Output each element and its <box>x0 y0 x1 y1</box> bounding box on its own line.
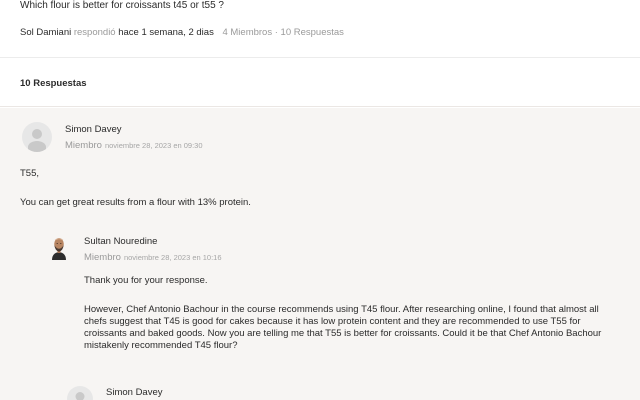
topic-meta: Sol Damiani respondió hace 1 semana, 2 d… <box>20 27 344 39</box>
reply-paragraph: Thank you for your response. <box>84 275 208 286</box>
topic-title: Which flour is better for croissants t45… <box>20 0 224 11</box>
reply-author-role: Miembro <box>84 252 121 263</box>
reply-author-role: Miembro <box>65 140 102 151</box>
reply-thread: Simon Davey Miembro noviembre 28, 2023 en… <box>0 108 640 400</box>
reply-date: noviembre 28, 2023 en 10:16 <box>123 253 222 262</box>
reply-author-name[interactable]: Sultan Nouredine <box>84 236 157 247</box>
avatar-placeholder-icon[interactable] <box>22 122 52 152</box>
reply-date: noviembre 28, 2023 en 09:30 <box>104 141 203 150</box>
reply-meta: Miembro noviembre 28, 2023 en 10:16 <box>84 250 222 263</box>
topic-header: Which flour is better for croissants t45… <box>0 0 640 58</box>
reply-paragraph: T55, <box>20 168 40 179</box>
avatar-placeholder-icon[interactable] <box>67 386 93 400</box>
topic-time[interactable]: hace 1 semana, 2 dias <box>118 27 214 38</box>
topic-stats: 4 Miembros · 10 Respuestas <box>222 27 344 38</box>
reply-paragraph: However, Chef Antonio Bachour in the cou… <box>84 304 602 351</box>
user-photo-avatar[interactable] <box>50 236 68 260</box>
reply-author-name[interactable]: Simon Davey <box>106 387 163 398</box>
replies-heading: 10 Respuestas <box>20 78 87 89</box>
reply-author-name[interactable]: Simon Davey <box>65 124 122 135</box>
reply-meta: Miembro noviembre 28, 2023 en 09:30 <box>65 138 203 151</box>
replies-heading-bar: 10 Respuestas <box>0 59 640 107</box>
topic-action: respondió <box>73 27 116 38</box>
reply-paragraph: You can get great results from a flour w… <box>20 197 251 208</box>
topic-author-link[interactable]: Sol Damiani <box>20 27 71 38</box>
